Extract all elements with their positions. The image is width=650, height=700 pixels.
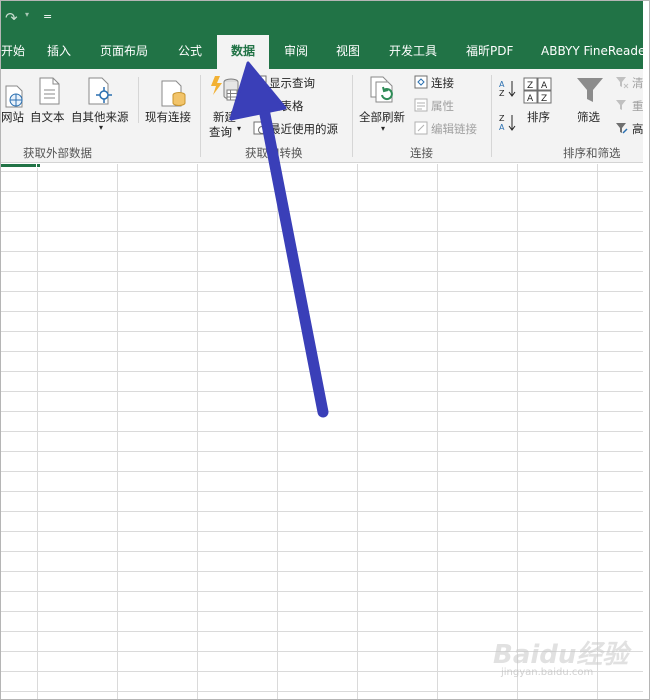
watermark-url: jingyan.baidu.com (501, 667, 594, 678)
watermark-logo: Baidu经验 (493, 640, 629, 670)
annotation-arrow (229, 61, 329, 418)
annotation-arrow-shaft (256, 93, 329, 418)
excel-window: ↷ ▾ = 开始 插入 页面布局 公式 数据 审阅 视图 开发工具 福昕PDF … (0, 0, 650, 700)
annotation-arrow-head (229, 61, 287, 121)
